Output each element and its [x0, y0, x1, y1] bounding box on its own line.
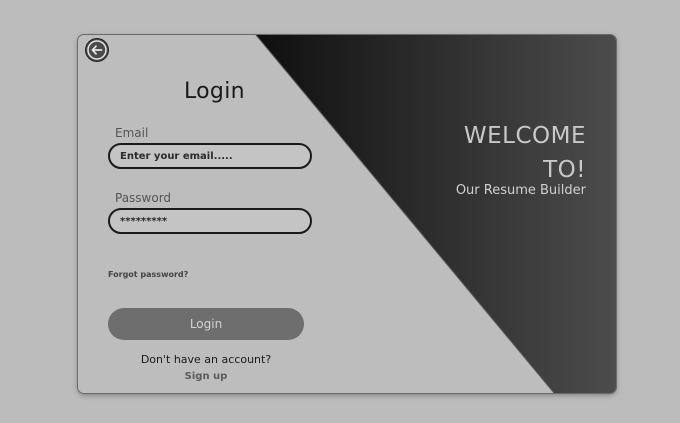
login-card: Login Email Password Forgot password? Lo…	[78, 35, 616, 393]
password-input[interactable]	[108, 208, 312, 234]
email-label: Email	[115, 126, 149, 140]
no-account-text: Don't have an account?	[140, 353, 272, 366]
welcome-heading: WELCOME TO!	[463, 123, 586, 183]
login-title: Login	[184, 79, 245, 104]
arrow-left-icon	[87, 40, 107, 60]
forgot-password-link[interactable]: Forgot password?	[108, 270, 188, 279]
signup-link[interactable]: Sign up	[108, 371, 304, 382]
back-button[interactable]	[86, 39, 108, 61]
email-input[interactable]	[108, 143, 312, 169]
welcome-subtitle: Our Resume Builder	[455, 183, 586, 198]
login-button[interactable]: Login	[108, 308, 304, 340]
password-label: Password	[115, 191, 172, 205]
